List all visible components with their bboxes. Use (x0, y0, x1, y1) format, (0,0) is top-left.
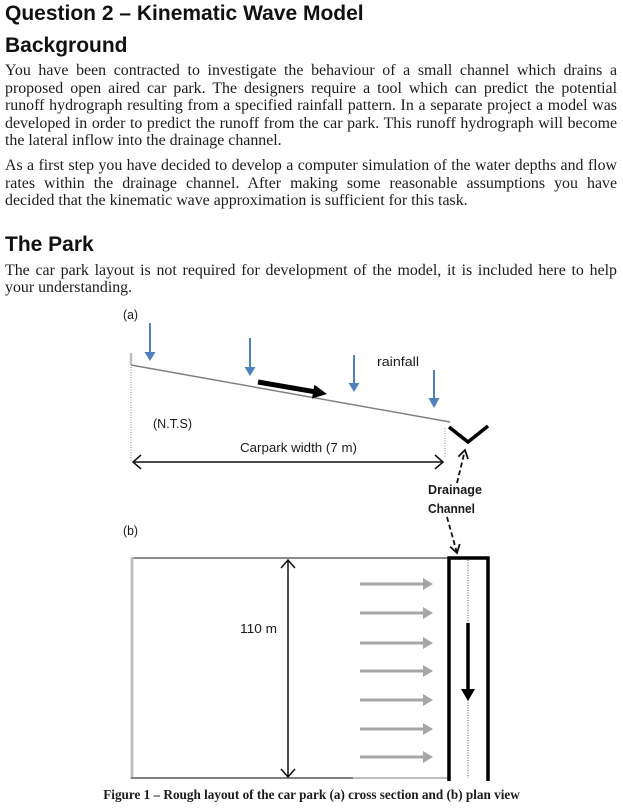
carpark-length-dimension-arrow (280, 558, 296, 779)
figure-car-park-layout: (a) rainfall (N.T.S) Carpark width (7 m)… (123, 307, 490, 781)
panel-b-label: (b) (123, 523, 138, 538)
channel-flow-direction-arrow-icon (461, 623, 475, 701)
lateral-inflow-arrow-icon (360, 723, 433, 735)
drainage-channel-label-line-1: Drainage (428, 482, 482, 497)
carpark-length-label: 110 m (240, 621, 277, 636)
rainfall-arrow-icon (244, 338, 256, 376)
not-to-scale-note: (N.T.S) (153, 416, 192, 431)
drainage-channel-label-line-2: Channel (428, 501, 475, 516)
rainfall-arrow-icon (348, 355, 360, 392)
lateral-inflow-arrow-icon (360, 637, 433, 649)
carpark-width-label: Carpark width (7 m) (240, 440, 357, 455)
panel-b-plan-view: (b) 110 m (123, 523, 490, 781)
lateral-inflow-arrow-icon (360, 694, 433, 706)
carpark-width-dimension-arrow (131, 454, 445, 470)
lateral-inflow-arrow-icon (360, 751, 433, 763)
panel-a-label: (a) (123, 307, 138, 322)
lateral-inflow-arrow-icon (360, 665, 433, 677)
panel-a-cross-section: (a) rainfall (N.T.S) Carpark width (7 m)… (123, 307, 490, 555)
lateral-inflow-arrow-icon (360, 578, 433, 590)
callout-arrow-to-plan (446, 516, 461, 555)
callout-arrow-to-section (456, 448, 469, 484)
rainfall-arrow-icon (144, 323, 156, 361)
carpark-surface-slope (130, 364, 451, 423)
lateral-inflow-arrow-icon (360, 607, 433, 619)
rainfall-label: rainfall (377, 354, 419, 369)
figure-caption: Figure 1 – Rough layout of the car park … (103, 787, 520, 802)
rainfall-arrow-icon (428, 370, 440, 408)
drainage-channel-section (447, 424, 490, 445)
